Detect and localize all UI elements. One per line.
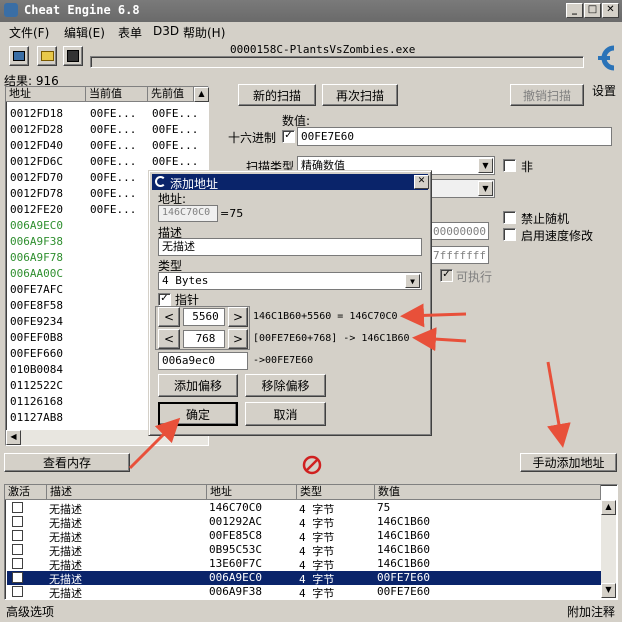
arrow-offset2 [412, 327, 467, 352]
arrow-manual-add [546, 361, 571, 448]
annotation-arrows [128, 303, 571, 470]
arrow-ok [128, 417, 181, 470]
arrow-offset1 [400, 303, 467, 328]
